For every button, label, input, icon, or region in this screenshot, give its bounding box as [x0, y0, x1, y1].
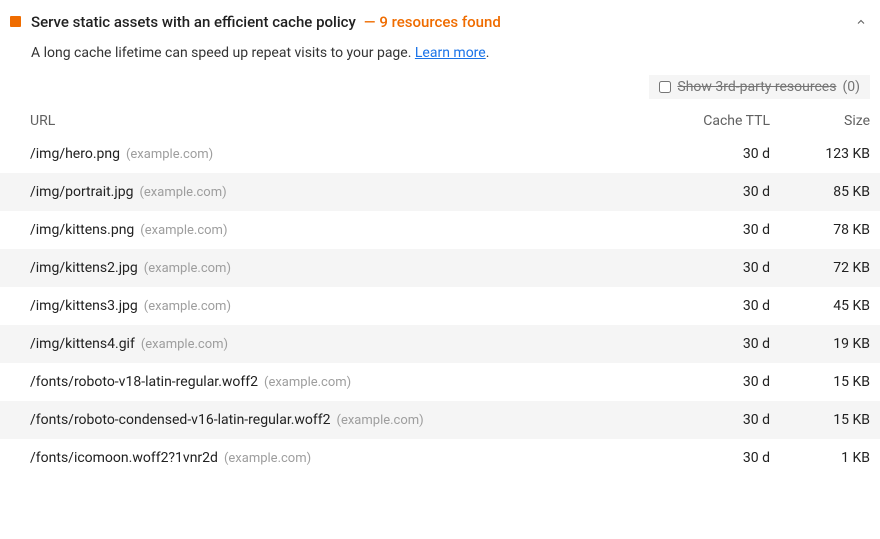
third-party-count: (0) [842, 79, 860, 95]
url-domain: (example.com) [264, 375, 351, 390]
url-path: /img/hero.png [30, 146, 120, 162]
table-row: /fonts/roboto-v18-latin-regular.woff2 (ex… [0, 363, 880, 401]
cell-ttl: 30 d [650, 222, 770, 238]
cell-ttl: 30 d [650, 184, 770, 200]
table-row: /img/kittens3.jpg (example.com) 30 d45 KB [0, 287, 880, 325]
cell-url: /img/kittens2.jpg (example.com) [10, 260, 650, 276]
cell-ttl: 30 d [650, 450, 770, 466]
url-domain: (example.com) [140, 223, 227, 238]
url-domain: (example.com) [144, 261, 231, 276]
url-path: /img/portrait.jpg [30, 184, 133, 200]
audit-title-group: Serve static assets with an efficient ca… [31, 12, 501, 31]
cell-ttl: 30 d [650, 146, 770, 162]
cell-url: /fonts/icomoon.woff2?1vnr2d (example.com) [10, 450, 650, 466]
cell-url: /img/kittens4.gif (example.com) [10, 336, 650, 352]
cell-size: 72 KB [770, 260, 870, 276]
audit-separator: — [364, 13, 376, 31]
url-path: /fonts/roboto-condensed-v16-latin-regula… [30, 412, 331, 428]
cell-url: /img/portrait.jpg (example.com) [10, 184, 650, 200]
cell-size: 1 KB [770, 450, 870, 466]
cell-url: /img/kittens3.jpg (example.com) [10, 298, 650, 314]
resources-table: URL Cache TTL Size /img/hero.png (example… [0, 107, 880, 477]
url-path: /img/kittens2.jpg [30, 260, 138, 276]
cell-url: /fonts/roboto-condensed-v16-latin-regula… [10, 412, 650, 428]
cell-size: 15 KB [770, 412, 870, 428]
url-domain: (example.com) [126, 147, 213, 162]
chevron-up-icon[interactable] [852, 13, 870, 31]
audit-description-post: . [486, 45, 490, 61]
table-row: /fonts/roboto-condensed-v16-latin-regula… [0, 401, 880, 439]
third-party-toggle[interactable]: Show 3rd-party resources (0) [649, 75, 870, 99]
audit-title: Serve static assets with an efficient ca… [31, 13, 356, 31]
cell-ttl: 30 d [650, 336, 770, 352]
url-domain: (example.com) [224, 451, 311, 466]
header-size: Size [770, 113, 870, 129]
table-body: /img/hero.png(example.com)30 d123 KB/img… [0, 135, 880, 477]
cell-size: 123 KB [770, 146, 870, 162]
third-party-toggle-row: Show 3rd-party resources (0) [0, 75, 880, 107]
audit-header[interactable]: Serve static assets with an efficient ca… [0, 12, 880, 31]
header-ttl: Cache TTL [650, 113, 770, 129]
cell-url: /fonts/roboto-v18-latin-regular.woff2 (ex… [10, 374, 650, 390]
third-party-label: Show 3rd-party resources [677, 79, 836, 95]
cell-size: 15 KB [770, 374, 870, 390]
table-row: /img/kittens4.gif (example.com) 30 d19 KB [0, 325, 880, 363]
cell-size: 19 KB [770, 336, 870, 352]
url-path: /fonts/roboto-v18-latin-regular.woff2 [30, 374, 258, 390]
warning-badge-icon [10, 16, 21, 27]
cell-ttl: 30 d [650, 374, 770, 390]
url-path: /img/kittens.png [30, 222, 134, 238]
cell-ttl: 30 d [650, 298, 770, 314]
table-row: /img/kittens.png (example.com) 30 d78 KB [0, 211, 880, 249]
audit-description: A long cache lifetime can speed up repea… [0, 31, 880, 75]
audit-summary: 9 resources found [379, 13, 500, 31]
table-row: /img/kittens2.jpg (example.com) 30 d72 KB [0, 249, 880, 287]
table-row: /img/hero.png (example.com) 30 d123 KB [0, 135, 880, 173]
table-row: /fonts/icomoon.woff2?1vnr2d (example.com)… [0, 439, 880, 477]
cell-size: 78 KB [770, 222, 870, 238]
cell-url: /img/kittens.png (example.com) [10, 222, 650, 238]
cell-size: 85 KB [770, 184, 870, 200]
cell-url: /img/hero.png (example.com) [10, 146, 650, 162]
url-domain: (example.com) [139, 185, 226, 200]
table-header: URL Cache TTL Size [0, 107, 880, 135]
cell-ttl: 30 d [650, 412, 770, 428]
learn-more-link[interactable]: Learn more [415, 45, 486, 61]
url-path: /fonts/icomoon.woff2?1vnr2d [30, 450, 218, 466]
url-path: /img/kittens3.jpg [30, 298, 138, 314]
cell-ttl: 30 d [650, 260, 770, 276]
third-party-checkbox[interactable] [659, 81, 671, 93]
audit-description-text: A long cache lifetime can speed up repea… [31, 45, 415, 61]
audit-panel: Serve static assets with an efficient ca… [0, 0, 880, 477]
url-path: /img/kittens4.gif [30, 336, 135, 352]
url-domain: (example.com) [141, 337, 228, 352]
cell-size: 45 KB [770, 298, 870, 314]
header-url: URL [10, 113, 650, 129]
url-domain: (example.com) [337, 413, 424, 428]
table-row: /img/portrait.jpg (example.com) 30 d85 KB [0, 173, 880, 211]
url-domain: (example.com) [144, 299, 231, 314]
